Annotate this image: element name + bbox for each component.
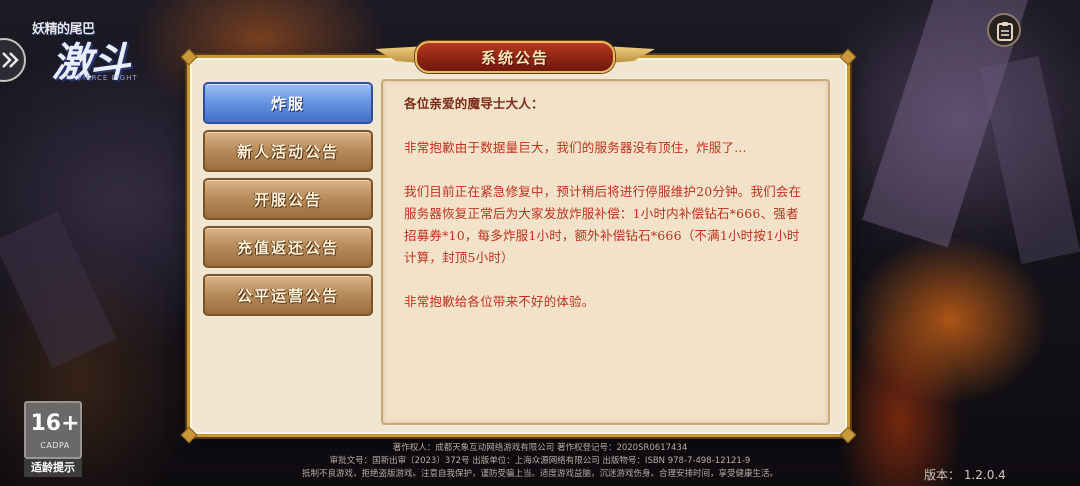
notice-paragraph: 非常抱歉由于数据量巨大，我们的服务器没有顶住，炸服了... (404, 140, 747, 155)
footer-line: 著作权人：成都天象互动网络游戏有限公司 著作权登记号：2020SR0617434 (392, 443, 688, 453)
tab-recharge-rebate[interactable]: 充值返还公告 (203, 226, 373, 268)
notice-greeting: 各位亲爱的魔导士大人： (404, 96, 544, 111)
footer-line: 审批文号：国新出审〔2023〕372号 出版单位：上海众源网络有限公司 出版物号… (329, 456, 751, 466)
tab-server-crash[interactable]: 炸服 (203, 82, 373, 124)
age-rating-org: CADPA (40, 441, 70, 450)
dialog-title: 系统公告 (480, 48, 549, 67)
copyright-footer: 著作权人：成都天象互动网络游戏有限公司 著作权登记号：2020SR0617434… (240, 442, 840, 481)
logo-sub-text: FIERCE FIGHT (78, 74, 138, 82)
game-logo: 妖精的尾巴 激斗 FIERCE FIGHT (30, 12, 160, 86)
age-rating-box: 16+ CADPA (24, 401, 82, 459)
age-rating-tip: 适龄提示 (24, 459, 82, 477)
notice-paragraph: 非常抱歉给各位带来不好的体验。 (404, 294, 595, 309)
tab-newcomer-event[interactable]: 新人活动公告 (203, 130, 373, 172)
dialog-title-banner: 系统公告 (375, 41, 655, 73)
age-rating-badge[interactable]: 16+ CADPA 适龄提示 (24, 401, 82, 477)
footer-line: 抵制不良游戏，拒绝盗版游戏。注意自我保护，谨防受骗上当。适度游戏益脑，沉迷游戏伤… (301, 469, 778, 479)
notice-button[interactable] (987, 13, 1021, 47)
notice-paragraph: 我们目前正在紧急修复中，预计稍后将进行停服维护20分钟。我们会在服务器恢复正常后… (404, 184, 802, 265)
tab-fair-operation[interactable]: 公平运营公告 (203, 274, 373, 316)
clipboard-icon (997, 22, 1013, 41)
background-crystal (979, 55, 1080, 265)
version-label: 版本： 1.2.0.4 (924, 468, 1006, 482)
age-rating-number: 16+ (30, 411, 80, 436)
tab-server-opening[interactable]: 开服公告 (203, 178, 373, 220)
double-chevron-right-icon (2, 52, 19, 68)
announcement-content[interactable]: 各位亲爱的魔导士大人： 非常抱歉由于数据量巨大，我们的服务器没有顶住，炸服了..… (381, 79, 830, 425)
dialog-title-plate: 系统公告 (415, 41, 615, 73)
background-rock (0, 211, 117, 369)
